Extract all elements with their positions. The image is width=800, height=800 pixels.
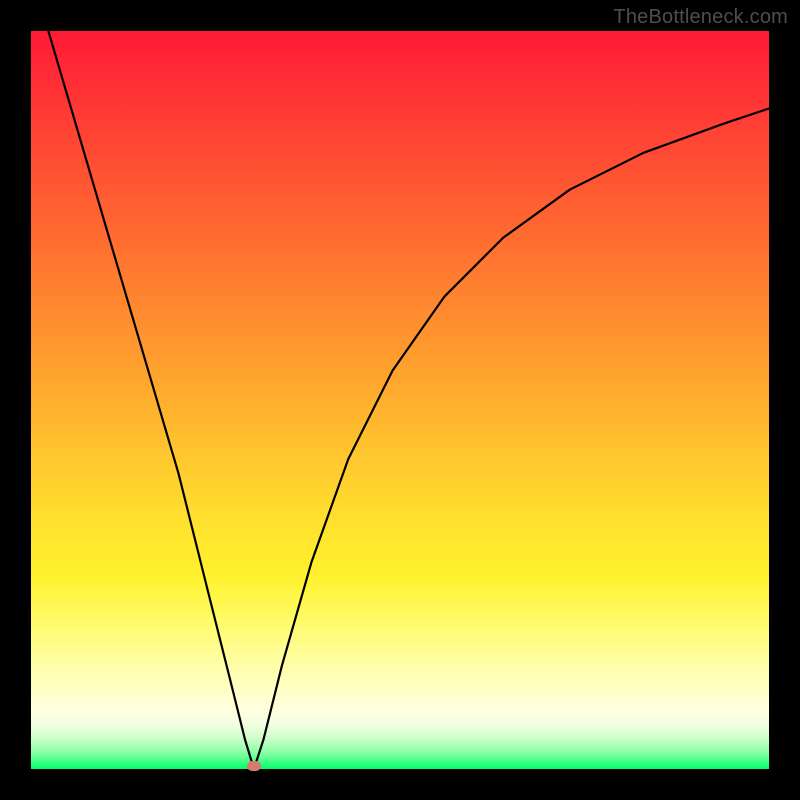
bottleneck-curve (31, 31, 769, 769)
watermark-text: TheBottleneck.com (613, 6, 788, 29)
chart-frame: TheBottleneck.com (0, 0, 800, 800)
minimum-marker (247, 761, 261, 771)
plot-area (31, 31, 769, 769)
